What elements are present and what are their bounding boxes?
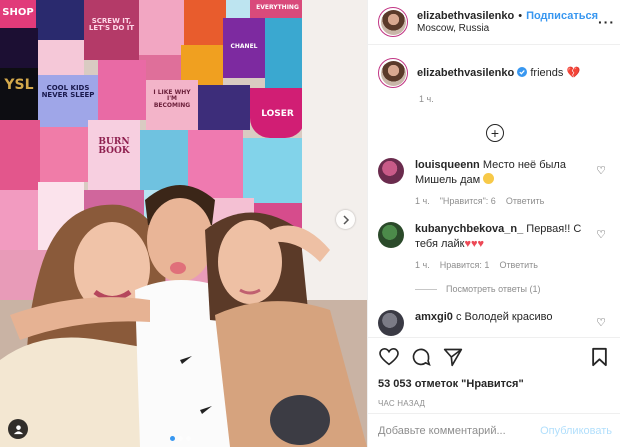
like-comment-heart-icon[interactable]: ♡ bbox=[596, 228, 606, 241]
red-heart-emoji: ♥♥♥ bbox=[464, 238, 485, 250]
avatar[interactable] bbox=[378, 7, 408, 37]
comments-list[interactable]: elizabethvasilenko friends 💔 1 ч. + loui… bbox=[368, 46, 620, 336]
share-button[interactable] bbox=[442, 346, 464, 368]
load-more-comments-button[interactable]: + bbox=[486, 124, 504, 142]
carousel-dot bbox=[170, 436, 175, 441]
comment-item: louisqueenn Место неё была Мишель дам 1 … bbox=[378, 158, 612, 206]
save-button[interactable] bbox=[588, 346, 610, 368]
comment-text: с Володей красиво bbox=[455, 311, 553, 323]
comment-button[interactable] bbox=[410, 346, 432, 368]
comment-username[interactable]: louisqueenn bbox=[415, 159, 480, 171]
separator: • bbox=[518, 10, 523, 22]
bookmark-icon bbox=[591, 347, 607, 367]
people-illustration bbox=[0, 185, 367, 447]
comment-time: 1 ч. bbox=[415, 196, 430, 206]
like-button[interactable] bbox=[378, 346, 400, 368]
send-icon bbox=[443, 348, 463, 367]
caption-text: friends bbox=[530, 67, 564, 79]
comment-likes[interactable]: Нравится: 1 bbox=[440, 260, 490, 270]
comment-time: 1 ч. bbox=[415, 260, 430, 270]
post-actions: 53 053 отметок "Нравится" ЧАС НАЗАД bbox=[368, 337, 620, 408]
more-options-icon[interactable]: ··· bbox=[598, 14, 615, 30]
author-username[interactable]: elizabethvasilenko bbox=[417, 10, 514, 22]
location-link[interactable]: Moscow, Russia bbox=[417, 23, 598, 34]
like-comment-heart-icon[interactable]: ♡ bbox=[596, 164, 606, 177]
tagged-users-button[interactable] bbox=[8, 419, 28, 439]
carousel-dot bbox=[178, 436, 183, 441]
caption: elizabethvasilenko friends 💔 bbox=[378, 58, 612, 88]
next-photo-button[interactable] bbox=[336, 210, 355, 229]
like-comment-heart-icon[interactable]: ♡ bbox=[596, 316, 606, 329]
avatar[interactable] bbox=[378, 310, 404, 336]
broken-heart-emoji: 💔 bbox=[566, 67, 581, 79]
avatar[interactable] bbox=[378, 158, 404, 184]
avatar[interactable] bbox=[378, 222, 404, 248]
caption-username[interactable]: elizabethvasilenko bbox=[417, 67, 514, 79]
caption-time: 1 ч. bbox=[419, 94, 434, 104]
comment-input[interactable] bbox=[378, 424, 541, 437]
comment-item: kubanychbekova_n_ Первая!! С тебя лайк♥♥… bbox=[378, 222, 612, 270]
reply-button[interactable]: Ответить bbox=[499, 260, 537, 270]
reply-button[interactable]: Ответить bbox=[506, 196, 544, 206]
post-time: ЧАС НАЗАД bbox=[378, 399, 426, 408]
post-header: elizabethvasilenko • Подписаться Moscow,… bbox=[368, 0, 620, 45]
comment-icon bbox=[412, 348, 431, 367]
view-replies-button[interactable]: Посмотреть ответы (1) bbox=[415, 284, 612, 294]
avatar[interactable] bbox=[378, 58, 408, 88]
follow-button[interactable]: Подписаться bbox=[526, 10, 598, 22]
comment-likes[interactable]: "Нравится": 6 bbox=[440, 196, 496, 206]
chevron-right-icon bbox=[342, 214, 349, 225]
comment-item: amxgi0 с Володей красиво ♡ bbox=[378, 310, 612, 336]
post-photo[interactable]: SHOP SCREW IT, LET'S DO IT EVERYTHING CH… bbox=[0, 0, 367, 447]
comment-username[interactable]: kubanychbekova_n_ bbox=[415, 223, 523, 235]
post-side-panel: elizabethvasilenko • Подписаться Moscow,… bbox=[367, 0, 620, 447]
publish-button[interactable]: Опубликовать bbox=[540, 425, 612, 437]
carousel-dot bbox=[186, 436, 191, 441]
add-comment-bar: Опубликовать bbox=[368, 413, 620, 447]
user-icon bbox=[13, 424, 23, 434]
carousel-indicator bbox=[170, 436, 191, 441]
comment-username[interactable]: amxgi0 bbox=[415, 311, 453, 323]
plus-icon: + bbox=[490, 125, 500, 141]
verified-badge-icon bbox=[517, 67, 528, 77]
emoji bbox=[483, 173, 495, 184]
heart-icon bbox=[379, 348, 399, 366]
likes-count[interactable]: 53 053 отметок "Нравится" bbox=[378, 378, 610, 390]
